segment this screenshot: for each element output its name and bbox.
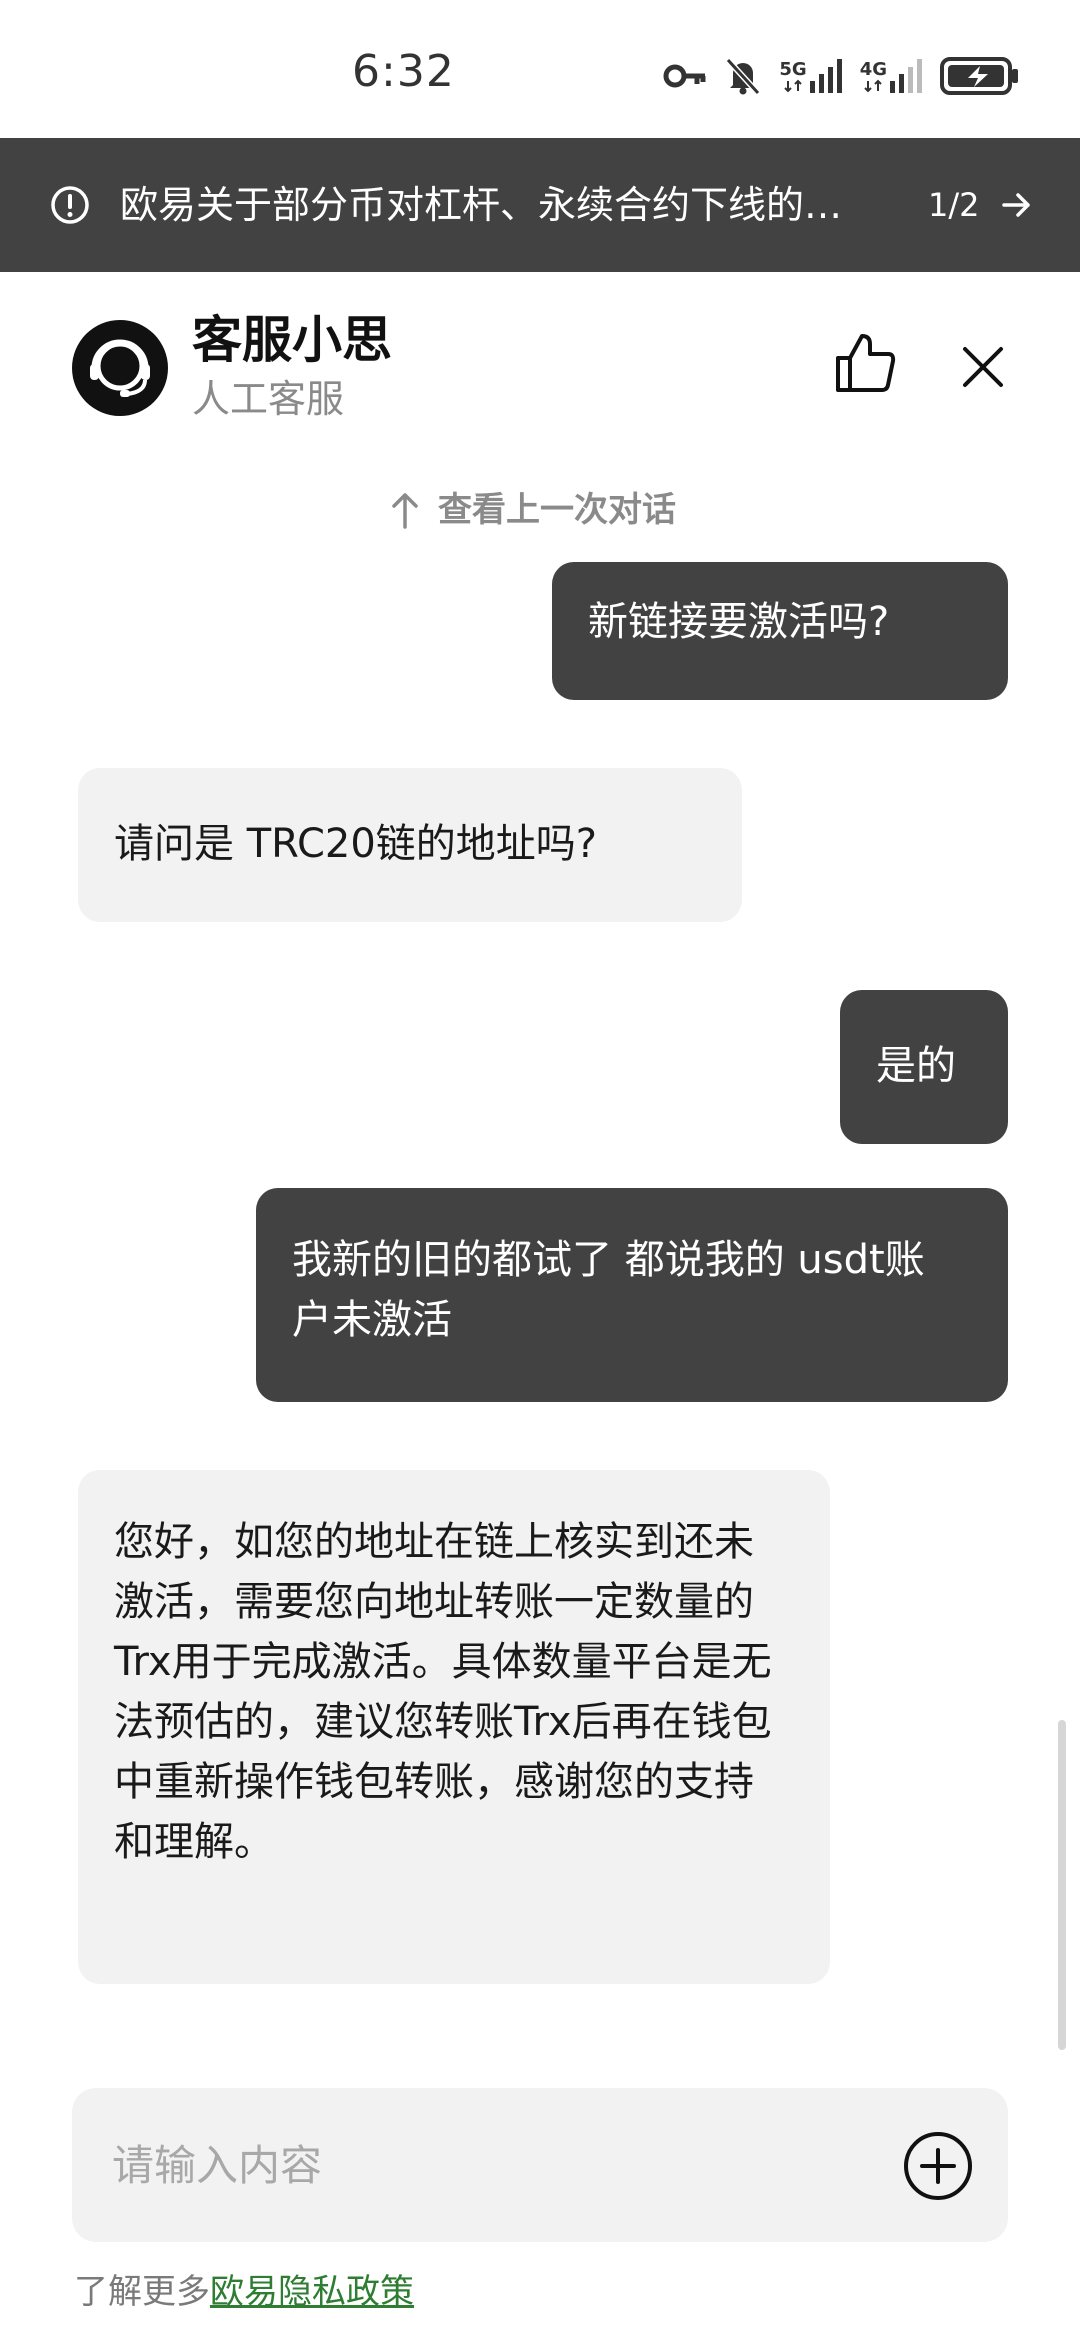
arrow-right-icon[interactable] [1000,186,1034,224]
privacy-prefix: 了解更多 [74,2272,210,2312]
agent-role: 人工客服 [192,377,345,421]
status-icons: 5G 4G [663,54,1020,98]
message-agent: 您好，如您的地址在链上核实到还未激活，需要您向地址转账一定数量的Trx用于完成激… [78,1470,830,1984]
view-previous-conversation-link[interactable]: 查看上一次对话 [390,486,676,534]
previous-conversation-label: 查看上一次对话 [438,490,676,530]
chat-scrollbar[interactable] [1058,1720,1066,2050]
announcement-text[interactable]: 欧易关于部分币对杠杆、永续合约下线的… [120,178,910,232]
message-input-container [72,2088,1008,2242]
headset-icon [90,339,150,397]
signal-4g-icon: 4G [860,59,922,93]
close-icon[interactable] [960,344,1006,390]
message-user: 新链接要激活吗? [552,562,1008,700]
message-agent: 请问是 TRC20链的地址吗? [78,768,742,922]
mute-bell-icon [725,57,761,95]
message-user: 是的 [840,990,1008,1144]
status-bar: 6:32 5G 4G [0,0,1080,138]
status-time: 6:32 [352,46,455,97]
message-text: 您好，如您的地址在链上核实到还未激活，需要您向地址转账一定数量的Trx用于完成激… [114,1519,772,1865]
announcement-page-indicator: 1/2 [928,186,980,224]
message-text: 是的 [876,1043,956,1089]
message-input[interactable] [112,2132,872,2198]
agent-name: 客服小思 [192,311,392,369]
network-5g-label: 5G [779,59,807,80]
privacy-policy-link[interactable]: 欧易隐私政策 [210,2272,414,2312]
message-text: 请问是 TRC20链的地址吗? [114,821,598,867]
battery-charging-icon [940,56,1020,96]
message-text: 我新的旧的都试了 都说我的 usdt账户未激活 [292,1237,925,1343]
announcement-banner[interactable]: 欧易关于部分币对杠杆、永续合约下线的… 1/2 [0,138,1080,272]
message-text: 新链接要激活吗? [588,599,890,645]
add-circle-icon[interactable] [902,2130,974,2202]
privacy-notice: 了解更多欧易隐私政策 [74,2266,414,2318]
message-user: 我新的旧的都试了 都说我的 usdt账户未激活 [256,1188,1008,1402]
info-circle-icon [51,186,89,224]
signal-5g-icon: 5G [779,59,842,93]
arrow-up-icon [392,493,418,529]
agent-avatar [72,320,168,416]
thumbs-up-icon[interactable] [832,330,898,396]
key-icon [663,62,707,90]
network-4g-label: 4G [859,59,887,80]
